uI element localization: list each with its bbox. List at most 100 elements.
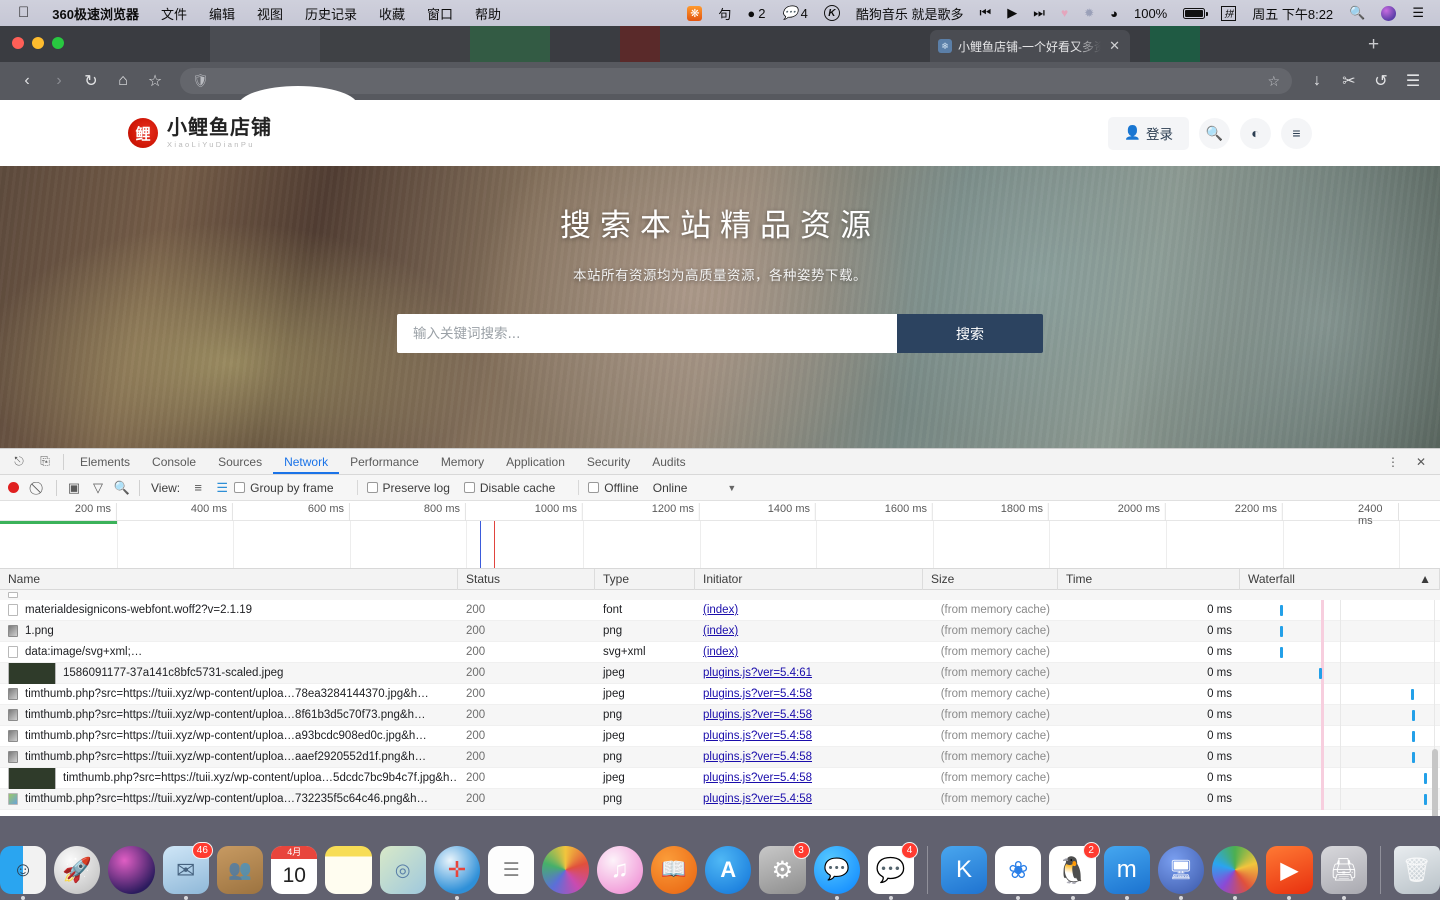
tab-network[interactable]: Network: [273, 449, 339, 474]
table-row[interactable]: 1586091177-37a141c8bfc5731-scaled.jpeg 20…: [0, 662, 1440, 684]
tab-security[interactable]: Security: [576, 449, 641, 474]
column-header-status[interactable]: Status: [458, 568, 595, 590]
column-header-size[interactable]: Size: [923, 568, 1058, 590]
menu-app-name[interactable]: 360极速浏览器: [41, 4, 150, 23]
battery-icon[interactable]: [1175, 7, 1213, 19]
menu-item-window[interactable]: 窗口: [416, 4, 464, 23]
waterfall-bar[interactable]: [1424, 772, 1427, 784]
dock-item-remote-desktop[interactable]: 🖥: [1157, 846, 1205, 900]
search-input[interactable]: [397, 314, 897, 353]
media-play-icon[interactable]: ▶: [999, 5, 1025, 21]
initiator-link[interactable]: plugins.js?ver=5.4:58: [703, 688, 812, 700]
tab-memory[interactable]: Memory: [430, 449, 495, 474]
waterfall-bar[interactable]: [1280, 604, 1283, 616]
table-row[interactable]: timthumb.php?src=https://tuii.xyz/wp-con…: [0, 788, 1440, 810]
kugou-circle-icon[interactable]: K: [816, 5, 848, 21]
flower-app-icon[interactable]: [679, 5, 710, 21]
dock-item-sogou-player[interactable]: ▶: [1266, 846, 1313, 900]
waterfall-bar[interactable]: [1280, 646, 1283, 658]
record-stop-icon[interactable]: [8, 482, 19, 493]
column-header-name[interactable]: Name: [0, 568, 458, 590]
forward-icon[interactable]: ›: [44, 66, 74, 96]
bluetooth-icon[interactable]: ✹: [1076, 6, 1102, 20]
spotlight-search-icon[interactable]: 🔍: [1341, 5, 1373, 21]
site-menu-button[interactable]: ≡: [1281, 117, 1312, 149]
siri-icon[interactable]: [1373, 5, 1404, 21]
chevron-down-icon[interactable]: ▼: [727, 483, 736, 493]
column-header-initiator[interactable]: Initiator: [695, 568, 923, 590]
initiator-link[interactable]: plugins.js?ver=5.4:58: [703, 709, 812, 721]
search-submit-button[interactable]: 搜索: [897, 314, 1043, 353]
table-row[interactable]: data:image/svg+xml;… 200 svg+xml (index) (fr…: [0, 641, 1440, 663]
waterfall-bar[interactable]: [1412, 751, 1415, 763]
media-next-icon[interactable]: ⏭: [1025, 5, 1053, 21]
dock-item-notes[interactable]: [325, 846, 372, 894]
waterfall-view-icon[interactable]: ☰: [210, 476, 234, 500]
initiator-link[interactable]: plugins.js?ver=5.4:61: [703, 667, 812, 679]
tab-sources[interactable]: Sources: [207, 449, 273, 474]
bell-status-icon[interactable]: ●︎ 2: [739, 6, 773, 21]
vertical-scrollbar[interactable]: [1432, 749, 1438, 816]
dock-item-system-preferences[interactable]: ⚙ 3: [759, 842, 810, 894]
back-icon[interactable]: ‹: [12, 66, 42, 96]
initiator-link[interactable]: plugins.js?ver=5.4:58: [703, 730, 812, 742]
column-header-type[interactable]: Type: [595, 568, 695, 590]
dock-item-safari[interactable]: ✛: [433, 846, 481, 900]
login-button[interactable]: 👤 登录: [1108, 116, 1189, 150]
menu-item-history[interactable]: 历史记录: [294, 4, 368, 23]
new-tab-button[interactable]: +: [1368, 35, 1379, 54]
menu-item-view[interactable]: 视图: [246, 4, 294, 23]
dock-item-qq[interactable]: 🐧 2: [1049, 842, 1100, 900]
initiator-link[interactable]: plugins.js?ver=5.4:58: [703, 772, 812, 784]
undo-icon[interactable]: ↺: [1366, 66, 1396, 96]
preserve-log-checkbox[interactable]: Preserve log: [366, 481, 450, 495]
dock-item-messages[interactable]: 💬: [813, 846, 860, 900]
initiator-link[interactable]: (index): [703, 625, 738, 637]
inspect-element-icon[interactable]: ⎋: [6, 450, 32, 474]
device-toolbar-icon[interactable]: ⎘: [32, 450, 58, 474]
throttling-select[interactable]: Online: [653, 481, 688, 495]
network-request-list[interactable]: materialdesignicons-webfont.woff2?v=2.1.…: [0, 590, 1440, 810]
maximize-window-button[interactable]: [52, 37, 64, 49]
dock-item-printer[interactable]: 🖨: [1320, 846, 1367, 900]
now-playing-text[interactable]: 酷狗音乐 就是歌多: [848, 4, 972, 23]
dock-item-360-browser[interactable]: [1212, 846, 1259, 900]
scissors-icon[interactable]: ✂: [1334, 66, 1364, 96]
apple-menu-icon[interactable]: : [8, 4, 41, 23]
table-row[interactable]: 1.png 200 png (index) (from memory cache) 0 m…: [0, 620, 1440, 642]
clear-icon[interactable]: ⃠: [27, 476, 51, 500]
menubar-clock[interactable]: 周五 下午8:22: [1244, 4, 1341, 23]
group-by-frame-checkbox[interactable]: Group by frame: [234, 481, 334, 495]
ime-char-icon[interactable]: 句: [710, 4, 739, 23]
minimize-window-button[interactable]: [32, 37, 44, 49]
dock-item-baidu-netdisk[interactable]: ❀: [995, 846, 1042, 900]
shield-icon[interactable]: 🛡: [192, 73, 209, 89]
tab-audits[interactable]: Audits: [641, 449, 696, 474]
ime-indicator-icon[interactable]: 拼: [1213, 5, 1244, 21]
dock-item-calendar[interactable]: 4月 10: [271, 846, 318, 894]
dock-item-trash[interactable]: 🗑: [1393, 846, 1440, 894]
site-search-button[interactable]: 🔍: [1199, 117, 1230, 149]
dock-item-itunes[interactable]: ♫: [596, 846, 643, 894]
wifi-icon[interactable]: ◕: [1102, 6, 1126, 21]
browser-tab[interactable]: ❄ 小鲤鱼店铺-一个好看又多资 ✕: [930, 30, 1130, 62]
dark-mode-toggle[interactable]: ◐: [1240, 117, 1271, 149]
offline-checkbox[interactable]: Offline: [588, 481, 639, 495]
initiator-link[interactable]: (index): [703, 646, 738, 658]
table-row[interactable]: timthumb.php?src=https://tuii.xyz/wp-con…: [0, 746, 1440, 768]
tab-close-icon[interactable]: ✕: [1107, 38, 1122, 54]
column-header-time[interactable]: Time: [1058, 568, 1240, 590]
dock-item-appstore[interactable]: A: [705, 846, 752, 894]
timeline-graph[interactable]: [0, 521, 1440, 568]
search-icon[interactable]: 🔍: [110, 476, 134, 500]
dock-item-photos[interactable]: [542, 846, 589, 894]
initiator-link[interactable]: (index): [703, 604, 738, 616]
site-logo[interactable]: 鲤 小鲤鱼店铺 XiaoLiYuDianPu: [128, 117, 272, 149]
tab-application[interactable]: Application: [495, 449, 576, 474]
waterfall-bar[interactable]: [1280, 625, 1283, 637]
dock-item-launchpad[interactable]: 🚀: [54, 846, 101, 894]
download-icon[interactable]: ↓: [1302, 66, 1332, 96]
table-row[interactable]: timthumb.php?src=https://tuii.xyz/wp-con…: [0, 683, 1440, 705]
address-bar[interactable]: 🛡 ☆: [180, 68, 1292, 94]
control-center-icon[interactable]: ☰: [1404, 5, 1432, 21]
